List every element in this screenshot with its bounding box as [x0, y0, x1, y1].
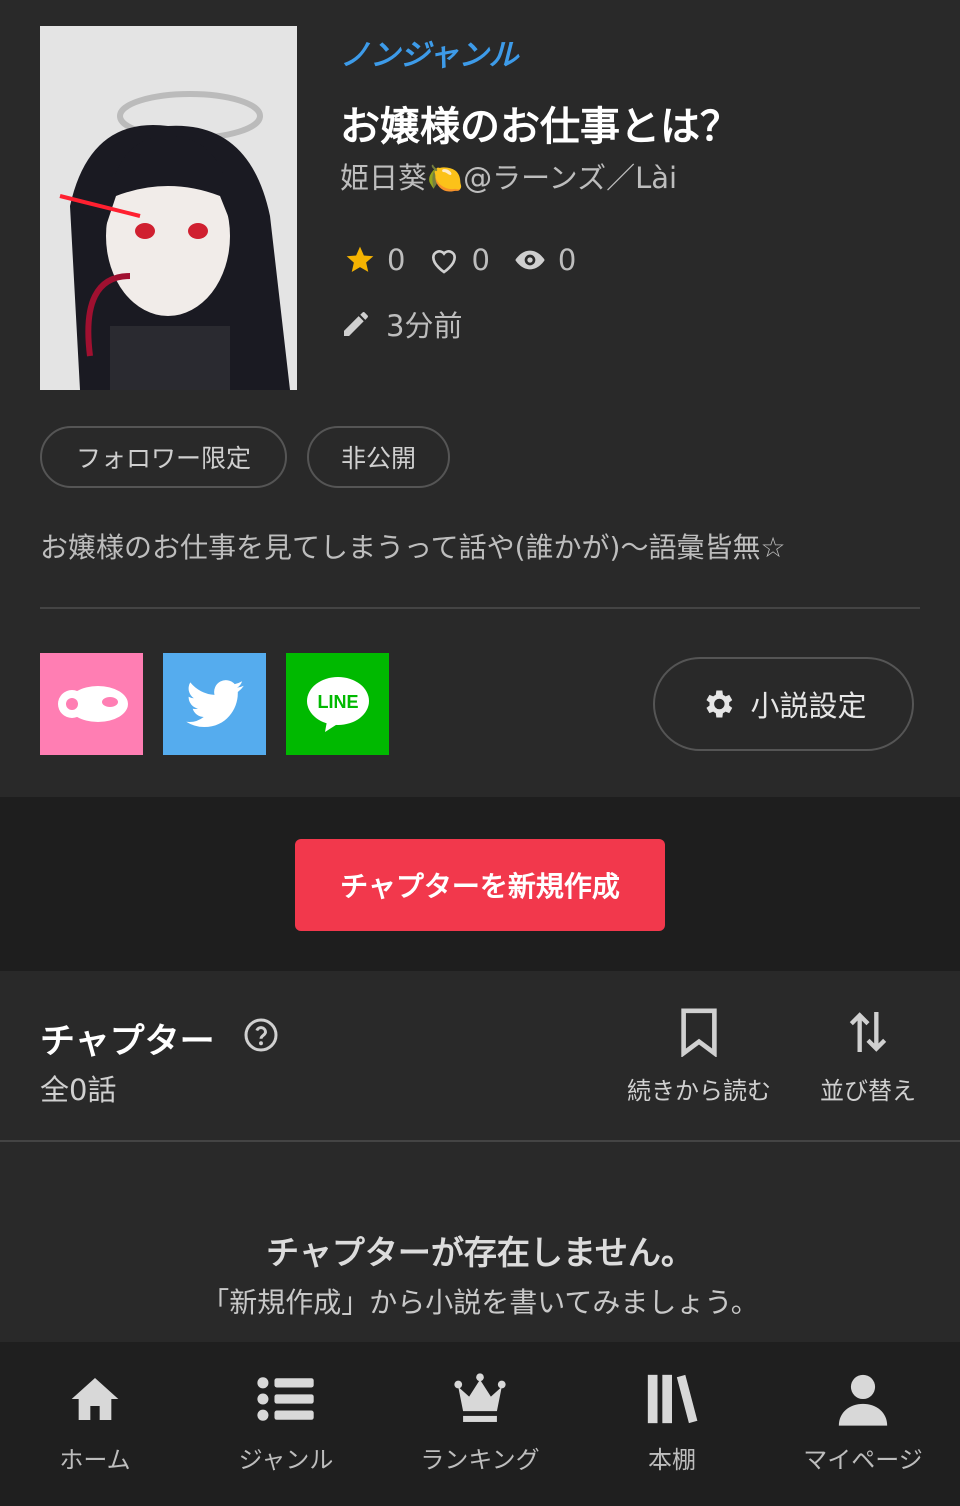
author-link[interactable]: 姫日葵🍋@ラーンズ／Lài [340, 155, 677, 197]
novel-header: ノンジャンル お嬢様のお仕事とは？ 姫日葵🍋@ラーンズ／Lài 0 0 0 3分… [0, 0, 960, 797]
share-button-pink[interactable] [40, 653, 143, 755]
cover-image[interactable] [40, 26, 297, 390]
help-icon[interactable] [243, 1017, 279, 1053]
divider [40, 607, 920, 609]
line-logo-text: LINE [317, 692, 358, 712]
star-count: 0 [387, 243, 406, 277]
like-count: 0 [471, 243, 490, 277]
chapter-count: 全0話 [40, 1073, 117, 1107]
continue-reading-label: 続きから読む [627, 1077, 771, 1105]
bottom-nav: ホーム ジャンル ランキング 本棚 マイページ [0, 1342, 960, 1506]
nav-mypage-label: マイページ [803, 1446, 923, 1474]
updated-time: 3分前 [386, 309, 463, 343]
novel-settings-button[interactable]: 小説設定 [653, 657, 914, 751]
empty-title: チャプターが存在しません。 [266, 1233, 694, 1272]
chapters-section: チャプター 全0話 続きから読む 並び替え チャプターが存在しません。 「新規作… [0, 971, 960, 1342]
nav-item-ranking[interactable]: ランキング [390, 1370, 570, 1475]
view-count: 0 [557, 243, 577, 277]
star-stat: 0 [343, 243, 405, 277]
line-icon: LINE [306, 677, 369, 732]
nav-item-bookshelf[interactable]: 本棚 [582, 1370, 762, 1475]
heart-icon [432, 250, 457, 274]
like-stat: 0 [427, 243, 490, 277]
genre-link[interactable]: ノンジャンル [340, 30, 519, 74]
settings-label: 小説設定 [750, 689, 867, 723]
list-icon [257, 1377, 314, 1421]
nav-item-genre[interactable]: ジャンル [196, 1370, 376, 1475]
sort-icon [849, 1012, 887, 1052]
sort-button[interactable]: 並び替え [808, 1007, 928, 1106]
gear-icon [706, 690, 733, 718]
star-icon [346, 246, 374, 272]
empty-subtitle: 「新規作成」から小説を書いてみましょう。 [201, 1286, 759, 1319]
nav-item-home[interactable]: ホーム [5, 1370, 185, 1475]
novel-title: お嬢様のお仕事とは？ [340, 104, 740, 150]
share-button-twitter[interactable] [163, 653, 266, 755]
nav-item-mypage[interactable]: マイページ [773, 1370, 953, 1475]
create-chapter-button[interactable]: チャプターを新規作成 [295, 839, 665, 931]
home-icon [71, 1378, 119, 1420]
cover-illustration [40, 26, 297, 390]
pencil-icon [344, 312, 368, 336]
bookmark-icon [681, 1008, 717, 1057]
nav-ranking-label: ランキング [420, 1446, 540, 1474]
tag-follower-only: フォロワー限定 [40, 426, 287, 488]
continue-reading-button[interactable]: 続きから読む [619, 1007, 779, 1106]
updated-row: 3分前 [340, 303, 462, 345]
nav-bookshelf-label: 本棚 [648, 1446, 696, 1474]
chapters-title: チャプター [40, 1022, 215, 1062]
sort-label: 並び替え [820, 1077, 916, 1105]
chapters-divider [0, 1140, 960, 1142]
person-icon [838, 1374, 888, 1426]
view-stat: 0 [512, 243, 576, 277]
crown-icon [454, 1373, 506, 1422]
nav-home-label: ホーム [59, 1446, 131, 1474]
twitter-icon [185, 680, 244, 728]
tag-private: 非公開 [307, 426, 450, 488]
share-button-line[interactable]: LINE [286, 653, 389, 755]
nav-genre-label: ジャンル [238, 1446, 334, 1474]
stats-row: 0 0 0 [343, 243, 598, 277]
eye-icon [515, 250, 545, 270]
elephant-icon [57, 686, 128, 722]
bookshelf-icon [647, 1374, 698, 1424]
novel-description: お嬢様のお仕事を見てしまうって話や(誰かが)〜語彙皆無☆ [40, 531, 786, 564]
